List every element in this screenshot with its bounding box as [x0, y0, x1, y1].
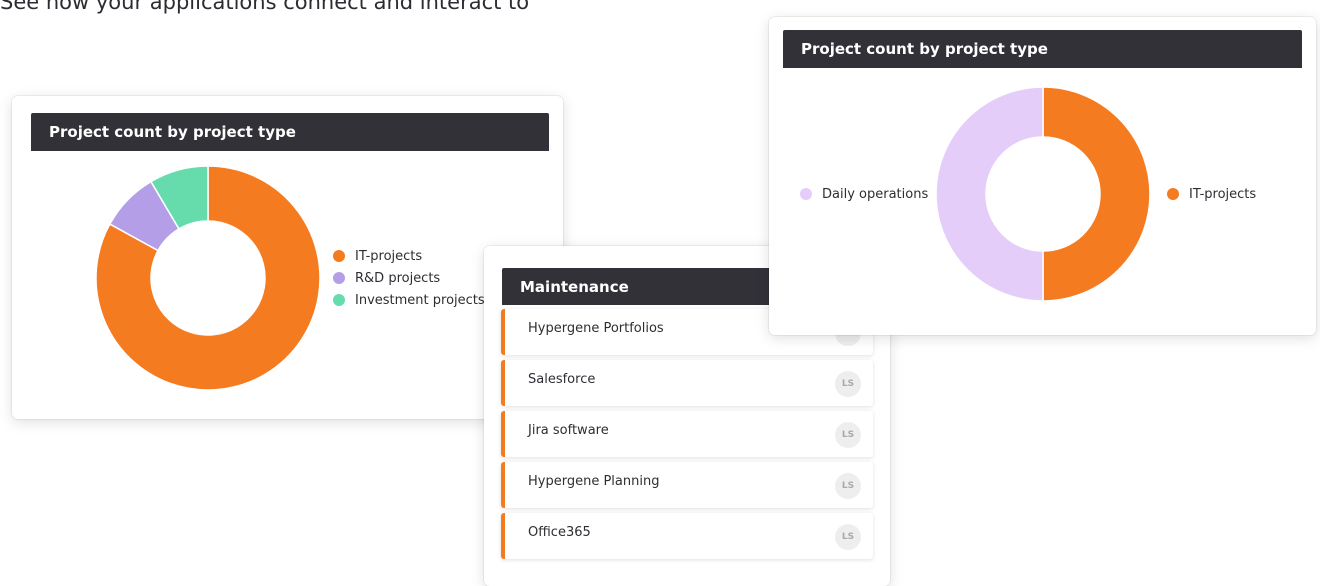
table-row[interactable]: Office365 LS [501, 513, 873, 559]
pie-slice-daily-operations[interactable] [935, 86, 1044, 302]
right-chart-legend-left[interactable]: Daily operations [800, 183, 928, 205]
avatar[interactable]: LS [835, 524, 861, 550]
table-row[interactable]: Salesforce LS [501, 360, 873, 406]
legend-label: IT-projects [1189, 186, 1257, 202]
legend-dot-orange [333, 250, 345, 262]
left-chart-legend: IT-projects R&D projects Investment proj… [333, 245, 485, 311]
app-name: Office365 [528, 525, 591, 540]
avatar[interactable]: LS [835, 473, 861, 499]
legend-item-investment-projects[interactable]: Investment projects [333, 289, 485, 311]
app-name: Hypergene Planning [528, 474, 660, 489]
legend-label: Investment projects [355, 292, 485, 308]
right-donut-chart [935, 86, 1151, 302]
left-donut-chart [95, 165, 321, 391]
row-accent-bar [501, 360, 505, 406]
pie-slice-it-projects[interactable] [1042, 86, 1151, 302]
legend-dot-pale-lavender [800, 188, 812, 200]
legend-label: R&D projects [355, 270, 441, 286]
row-accent-bar [501, 513, 505, 559]
avatar[interactable]: LS [835, 371, 861, 397]
legend-item-rd-projects[interactable]: R&D projects [333, 267, 485, 289]
legend-item-daily-operations[interactable]: Daily operations [800, 183, 928, 205]
right-chart-legend-right[interactable]: IT-projects [1167, 183, 1256, 205]
legend-item-it-projects[interactable]: IT-projects [333, 245, 485, 267]
app-name: Hypergene Portfolios [528, 321, 664, 336]
legend-label: IT-projects [355, 248, 423, 264]
legend-item-it-projects[interactable]: IT-projects [1167, 183, 1256, 205]
avatar[interactable]: LS [835, 422, 861, 448]
legend-dot-orange [1167, 188, 1179, 200]
legend-label: Daily operations [822, 186, 929, 202]
table-row[interactable]: Jira software LS [501, 411, 873, 457]
right-chart-title: Project count by project type [783, 30, 1302, 68]
intro-text: See how your applications connect and in… [0, 0, 530, 14]
legend-dot-mint [333, 294, 345, 306]
table-row[interactable]: Hypergene Planning LS [501, 462, 873, 508]
row-accent-bar [501, 309, 505, 355]
row-accent-bar [501, 462, 505, 508]
row-accent-bar [501, 411, 505, 457]
left-chart-title: Project count by project type [31, 113, 549, 151]
legend-dot-lavender [333, 272, 345, 284]
app-name: Salesforce [528, 372, 596, 387]
app-name: Jira software [528, 423, 609, 438]
